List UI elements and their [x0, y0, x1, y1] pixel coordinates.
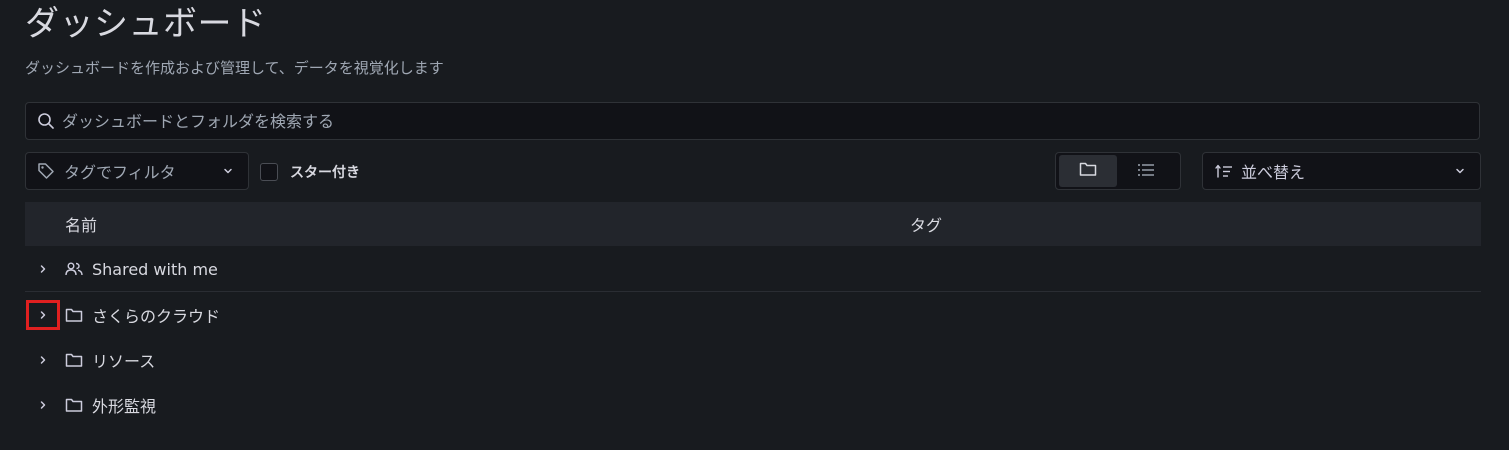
folder-icon — [65, 351, 83, 369]
chevron-down-icon — [222, 165, 234, 177]
starred-label: スター付き — [290, 165, 360, 181]
column-header-name: 名前 — [65, 216, 98, 235]
view-mode-toggle — [1055, 152, 1181, 190]
chevron-down-icon — [1454, 165, 1466, 177]
table-row[interactable]: さくらのクラウド — [25, 292, 1481, 337]
expand-button[interactable] — [26, 254, 60, 284]
chevron-right-icon — [40, 400, 46, 409]
folder-view-button[interactable] — [1059, 155, 1117, 187]
users-icon — [65, 260, 83, 278]
row-name[interactable]: Shared with me — [92, 260, 218, 279]
table-row[interactable]: 外形監視 — [25, 382, 1481, 427]
dashboards-page: ダッシュボード ダッシュボードを作成および管理して、データを視覚化します タグで… — [0, 0, 1509, 450]
folder-icon — [1079, 161, 1097, 181]
tag-filter-select[interactable]: タグでフィルタ — [25, 152, 249, 190]
search-input[interactable] — [60, 103, 1479, 139]
row-name[interactable]: 外形監視 — [92, 393, 156, 417]
table-row[interactable]: Shared with me — [25, 247, 1481, 292]
expand-button[interactable] — [26, 390, 60, 420]
page-subtitle: ダッシュボードを作成および管理して、データを視覚化します — [25, 59, 444, 77]
expand-button[interactable] — [26, 299, 60, 330]
search-icon — [36, 111, 56, 131]
chevron-right-icon — [40, 355, 46, 364]
chevron-right-icon — [40, 310, 46, 319]
list-view-button[interactable] — [1117, 155, 1175, 187]
table-row[interactable]: リソース — [25, 337, 1481, 382]
starred-filter[interactable]: スター付き — [260, 161, 360, 183]
table-header: 名前 タグ — [25, 202, 1481, 246]
chevron-right-icon — [40, 265, 46, 273]
folder-icon — [65, 396, 83, 414]
tag-icon — [36, 161, 56, 181]
row-name[interactable]: さくらのクラウド — [92, 303, 220, 327]
tag-filter-label: タグでフィルタ — [64, 163, 176, 182]
starred-checkbox[interactable] — [260, 163, 278, 181]
expand-button[interactable] — [26, 345, 60, 375]
folder-icon — [65, 306, 83, 324]
sort-label: 並べ替え — [1241, 163, 1306, 182]
row-name[interactable]: リソース — [92, 348, 155, 372]
list-icon — [1137, 162, 1155, 181]
sort-icon — [1215, 163, 1233, 179]
column-header-tags: タグ — [910, 216, 943, 235]
page-title: ダッシュボード — [25, 4, 267, 44]
sort-select[interactable]: 並べ替え — [1202, 152, 1481, 190]
search-box[interactable] — [25, 102, 1480, 140]
